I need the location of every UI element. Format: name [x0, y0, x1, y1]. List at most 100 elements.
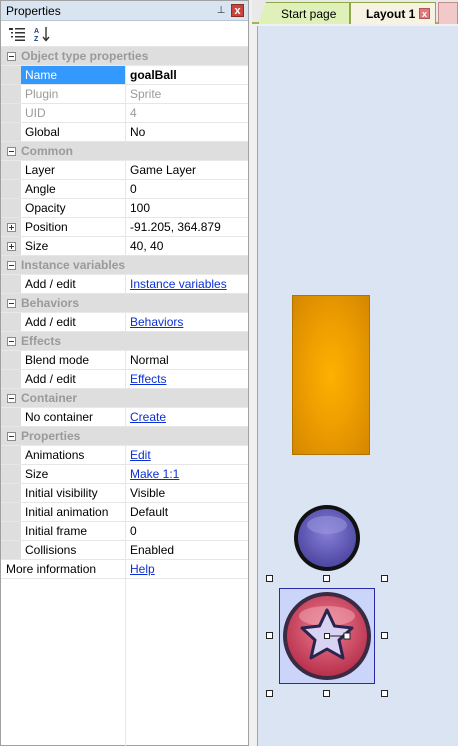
expand-icon[interactable] — [1, 237, 21, 255]
property-value[interactable]: Help — [126, 560, 248, 578]
category-label: Instance variables — [21, 258, 126, 272]
property-link[interactable]: Effects — [130, 372, 166, 386]
property-value[interactable]: Default — [126, 503, 248, 521]
category-properties[interactable]: Properties — [1, 427, 248, 446]
category-effects[interactable]: Effects — [1, 332, 248, 351]
property-row-no-container[interactable]: No container Create — [1, 408, 248, 427]
property-row-opacity[interactable]: Opacity 100 — [1, 199, 248, 218]
sort-az-icon[interactable]: A Z — [33, 24, 53, 44]
resize-handle-se[interactable] — [381, 690, 388, 697]
collapse-icon[interactable] — [1, 142, 21, 161]
collapse-icon[interactable] — [1, 427, 21, 446]
property-value[interactable]: goalBall — [126, 66, 248, 84]
collapse-icon[interactable] — [1, 256, 21, 275]
row-gutter — [1, 161, 21, 179]
close-icon[interactable]: x — [231, 4, 244, 17]
property-row-size[interactable]: Size 40, 40 — [1, 237, 248, 256]
property-row-plugin[interactable]: Plugin Sprite — [1, 85, 248, 104]
collapse-icon[interactable] — [1, 294, 21, 313]
row-gutter — [1, 199, 21, 217]
property-name: More information — [1, 560, 126, 578]
property-row-add-edit[interactable]: Add / edit Instance variables — [1, 275, 248, 294]
resize-handle-nw[interactable] — [266, 575, 273, 582]
property-value[interactable]: Create — [126, 408, 248, 426]
category-common[interactable]: Common — [1, 142, 248, 161]
property-value-text: Game Layer — [130, 163, 197, 177]
resize-handle-e[interactable] — [381, 632, 388, 639]
property-row-name[interactable]: Name goalBall — [1, 66, 248, 85]
resize-handle-w[interactable] — [266, 632, 273, 639]
resize-handle-ne[interactable] — [381, 575, 388, 582]
property-value[interactable]: 4 — [126, 104, 248, 122]
collapse-icon[interactable] — [1, 47, 21, 66]
property-value[interactable]: -91.205, 364.879 — [126, 218, 248, 236]
category-object-type-properties[interactable]: Object type properties — [1, 47, 248, 66]
property-value[interactable]: Edit — [126, 446, 248, 464]
property-value[interactable]: Instance variables — [126, 275, 248, 293]
property-row-initial-frame[interactable]: Initial frame 0 — [1, 522, 248, 541]
property-row-add-edit[interactable]: Add / edit Effects — [1, 370, 248, 389]
property-value[interactable]: 0 — [126, 180, 248, 198]
tab-close-icon[interactable]: x — [419, 8, 430, 19]
property-value[interactable]: Effects — [126, 370, 248, 388]
orange-sprite[interactable] — [292, 295, 370, 455]
tab-overflow[interactable] — [438, 2, 458, 24]
resize-handle-sw[interactable] — [266, 690, 273, 697]
category-container[interactable]: Container — [1, 389, 248, 408]
property-value[interactable]: Game Layer — [126, 161, 248, 179]
svg-text:Z: Z — [34, 36, 39, 42]
property-value[interactable]: No — [126, 123, 248, 141]
property-value[interactable]: 0 — [126, 522, 248, 540]
property-name: Blend mode — [21, 351, 126, 369]
property-value[interactable]: Make 1:1 — [126, 465, 248, 483]
goal-ball-sprite[interactable] — [279, 588, 375, 684]
property-row-position[interactable]: Position -91.205, 364.879 — [1, 218, 248, 237]
property-value[interactable]: Behaviors — [126, 313, 248, 331]
property-value[interactable]: Sprite — [126, 85, 248, 103]
collapse-icon[interactable] — [1, 389, 21, 408]
help-link[interactable]: Help — [130, 562, 155, 576]
property-row-animations[interactable]: Animations Edit — [1, 446, 248, 465]
property-link[interactable]: Make 1:1 — [130, 467, 179, 481]
property-value[interactable]: Visible — [126, 484, 248, 502]
categorized-icon[interactable] — [7, 24, 27, 44]
tab-layout-1[interactable]: Layout 1 x — [350, 2, 436, 24]
property-link[interactable]: Edit — [130, 448, 151, 462]
property-value[interactable]: Enabled — [126, 541, 248, 559]
property-row-blend-mode[interactable]: Blend mode Normal — [1, 351, 248, 370]
row-gutter — [1, 484, 21, 502]
category-label: Effects — [21, 334, 62, 348]
resize-handle-n[interactable] — [323, 575, 330, 582]
row-gutter — [1, 123, 21, 141]
category-instance-variables[interactable]: Instance variables — [1, 256, 248, 275]
property-value[interactable]: 100 — [126, 199, 248, 217]
property-link[interactable]: Create — [130, 410, 166, 424]
property-name: Position — [21, 218, 126, 236]
property-row-angle[interactable]: Angle 0 — [1, 180, 248, 199]
property-row-size[interactable]: Size Make 1:1 — [1, 465, 248, 484]
property-row-initial-visibility[interactable]: Initial visibility Visible — [1, 484, 248, 503]
property-row-more-information: More information Help — [1, 560, 248, 579]
property-value[interactable]: 40, 40 — [126, 237, 248, 255]
property-row-collisions[interactable]: Collisions Enabled — [1, 541, 248, 560]
property-value[interactable]: Normal — [126, 351, 248, 369]
property-link[interactable]: Instance variables — [130, 277, 227, 291]
blue-ball-sprite[interactable] — [292, 503, 362, 573]
property-row-add-edit[interactable]: Add / edit Behaviors — [1, 313, 248, 332]
property-value-text: 4 — [130, 106, 137, 120]
property-row-layer[interactable]: Layer Game Layer — [1, 161, 248, 180]
property-row-initial-animation[interactable]: Initial animation Default — [1, 503, 248, 522]
property-name: Opacity — [21, 199, 126, 217]
property-row-global[interactable]: Global No — [1, 123, 248, 142]
tab-start-page[interactable]: Start page — [258, 2, 350, 24]
collapse-icon[interactable] — [1, 332, 21, 351]
expand-icon[interactable] — [1, 218, 21, 236]
row-gutter — [1, 313, 21, 331]
property-name: Initial animation — [21, 503, 126, 521]
resize-handle-s[interactable] — [323, 690, 330, 697]
category-behaviors[interactable]: Behaviors — [1, 294, 248, 313]
tab-layout-1-label: Layout 1 — [366, 6, 416, 21]
property-link[interactable]: Behaviors — [130, 315, 183, 329]
property-row-uid[interactable]: UID 4 — [1, 104, 248, 123]
pin-icon[interactable]: ⊥ — [216, 5, 226, 17]
